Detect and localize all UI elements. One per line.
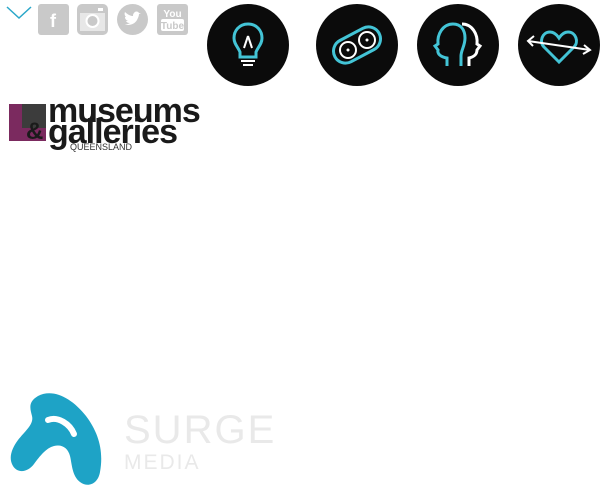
surge-mark-icon	[10, 393, 102, 485]
youtube-glyph-top: You	[163, 9, 181, 20]
film-reel-icon[interactable]	[316, 4, 398, 86]
instagram-icon[interactable]	[77, 4, 108, 35]
media-word: MEDIA	[124, 451, 201, 474]
heads-profile-icon[interactable]	[417, 4, 499, 86]
facebook-glyph: f	[50, 11, 57, 31]
logo-ampersand: &	[26, 118, 44, 145]
logo-subtitle: QUEENSLAND	[70, 142, 133, 152]
menu-toggle-chevron-down-icon[interactable]	[4, 2, 34, 22]
lightbulb-icon[interactable]	[207, 4, 289, 86]
surge-word: SURGE	[124, 408, 277, 452]
youtube-glyph-bottom: Tube	[161, 21, 185, 32]
twitter-icon[interactable]	[117, 4, 148, 35]
museums-galleries-logo[interactable]: & museums galleries QUEENSLAND	[8, 94, 208, 156]
facebook-icon[interactable]: f	[38, 4, 69, 35]
youtube-icon[interactable]: You Tube	[157, 4, 188, 35]
surge-media-logo[interactable]: SURGE MEDIA	[8, 390, 278, 490]
heart-arrow-icon[interactable]	[518, 4, 600, 86]
